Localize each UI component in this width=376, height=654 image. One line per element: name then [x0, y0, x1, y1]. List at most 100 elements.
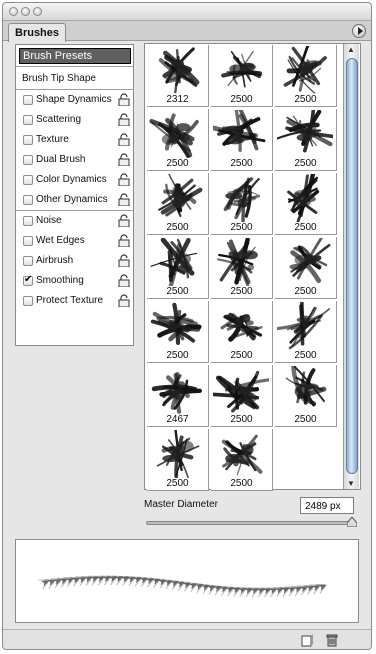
option-checkbox[interactable]: [23, 216, 33, 226]
lock-icon[interactable]: [118, 173, 130, 186]
brush-stroke-thumbnail: [223, 177, 261, 222]
brush-preset-cell[interactable]: 2500: [147, 429, 209, 491]
option-label: Texture: [36, 134, 69, 145]
scroll-up-icon[interactable]: ▲: [347, 45, 355, 54]
brush-preset-cell[interactable]: 2500: [211, 237, 273, 299]
lock-icon[interactable]: [118, 214, 130, 227]
option-label: Wet Edges: [36, 235, 85, 246]
option-checkbox[interactable]: [23, 236, 33, 246]
brush-size-label: 2500: [294, 222, 317, 233]
stroke-preview: [15, 539, 359, 623]
minimize-window-button[interactable]: [21, 7, 30, 16]
brush-preset-cell[interactable]: 2500: [211, 109, 273, 171]
brush-size-label: 2500: [294, 94, 317, 105]
lock-icon[interactable]: [118, 294, 130, 307]
option-row[interactable]: Dual Brush: [16, 150, 134, 170]
brush-preset-cell[interactable]: 2500: [211, 173, 273, 235]
trash-icon[interactable]: [325, 633, 339, 647]
brush-preset-cell[interactable]: 2500: [275, 173, 337, 235]
brush-preset-cell[interactable]: 2500: [211, 429, 273, 491]
brush-stroke-thumbnail: [277, 302, 331, 350]
option-checkbox[interactable]: [23, 256, 33, 266]
brush-size-label: 2500: [294, 414, 317, 425]
brush-presets-item[interactable]: Brush Presets: [19, 48, 131, 64]
close-window-button[interactable]: [9, 7, 18, 16]
option-checkbox[interactable]: [23, 274, 33, 286]
brush-size-label: 2500: [166, 350, 189, 361]
brush-preset-cell[interactable]: 2500: [211, 45, 273, 107]
stroke-preview-graphic: [38, 575, 327, 598]
tab-brushes[interactable]: Brushes: [8, 23, 66, 42]
scrollbar-thumb[interactable]: [346, 58, 358, 474]
option-row[interactable]: Protect Texture: [16, 291, 134, 311]
option-row[interactable]: Smoothing: [16, 271, 134, 291]
brush-size-label: 2500: [230, 350, 253, 361]
brushes-panel: Brushes Brush Presets Brush Tip Shape Sh…: [2, 2, 372, 650]
brush-stroke-thumbnail: [283, 46, 327, 94]
brush-preset-cell[interactable]: 2500: [147, 301, 209, 363]
brush-preset-cell[interactable]: 2500: [147, 237, 209, 299]
brush-size-label: 2500: [230, 222, 253, 233]
brush-options-list: Brush Presets Brush Tip Shape Shape Dyna…: [15, 44, 134, 346]
brush-size-label: 2500: [230, 478, 253, 489]
lock-icon[interactable]: [118, 234, 130, 247]
option-checkbox[interactable]: [23, 195, 33, 205]
option-row[interactable]: Noise: [16, 211, 134, 231]
brush-preset-cell[interactable]: 2500: [275, 109, 337, 171]
brush-size-label: 2500: [166, 478, 189, 489]
new-preset-icon[interactable]: [300, 633, 314, 647]
brush-preset-cell[interactable]: 2500: [275, 237, 337, 299]
option-row[interactable]: Airbrush: [16, 251, 134, 271]
lock-icon[interactable]: [118, 193, 130, 206]
zoom-window-button[interactable]: [33, 7, 42, 16]
option-label: Noise: [36, 215, 62, 226]
option-checkbox[interactable]: [23, 155, 33, 165]
option-row[interactable]: Other Dynamics: [16, 190, 134, 210]
brush-size-label: 2500: [230, 414, 253, 425]
option-checkbox[interactable]: [23, 296, 33, 306]
flyout-menu-button[interactable]: [352, 24, 366, 38]
brush-size-label: 2500: [230, 286, 253, 297]
brush-preset-cell[interactable]: 2500: [275, 301, 337, 363]
option-label: Airbrush: [36, 255, 74, 266]
option-row[interactable]: Shape Dynamics: [16, 90, 134, 110]
option-label: Color Dynamics: [36, 174, 107, 185]
option-checkbox[interactable]: [23, 115, 33, 125]
brush-preset-cell[interactable]: 2500: [211, 301, 273, 363]
brush-preset-cell[interactable]: 2467: [147, 365, 209, 427]
brush-preset-cell[interactable]: 2500: [147, 109, 209, 171]
option-row[interactable]: Texture: [16, 130, 134, 150]
option-row[interactable]: Color Dynamics: [16, 170, 134, 190]
brush-preset-cell[interactable]: 2312: [147, 45, 209, 107]
grid-scrollbar[interactable]: ▲ ▼: [343, 44, 359, 489]
option-checkbox[interactable]: [23, 175, 33, 185]
option-checkbox[interactable]: [23, 135, 33, 145]
lock-icon[interactable]: [118, 93, 130, 106]
brush-preset-cell[interactable]: 2500: [275, 365, 337, 427]
brush-size-label: 2500: [294, 350, 317, 361]
lock-icon[interactable]: [118, 133, 130, 146]
brush-preset-cell[interactable]: 2500: [211, 365, 273, 427]
scroll-down-icon[interactable]: ▼: [347, 479, 355, 488]
master-diameter-slider[interactable]: [146, 521, 354, 525]
option-row[interactable]: Wet Edges: [16, 231, 134, 251]
lock-icon[interactable]: [118, 153, 130, 166]
lock-icon[interactable]: [118, 113, 130, 126]
master-diameter-input[interactable]: [300, 497, 354, 514]
brush-preset-cell[interactable]: 2500: [275, 45, 337, 107]
brush-preset-grid: 2312 2500 2500 2500 2500 2500 2500 2500 2500 2500…: [144, 43, 361, 491]
lock-icon[interactable]: [118, 254, 130, 267]
brush-stroke-thumbnail: [150, 302, 202, 345]
slider-thumb[interactable]: [346, 517, 357, 527]
brush-size-label: 2500: [294, 158, 317, 169]
brush-tip-shape-item[interactable]: Brush Tip Shape: [22, 73, 96, 84]
bottom-bar: [3, 629, 371, 649]
flyout-menu-icon: [358, 27, 363, 35]
brush-preset-cell[interactable]: 2500: [147, 173, 209, 235]
brush-stroke-thumbnail: [213, 110, 266, 152]
brush-stroke-thumbnail: [158, 47, 200, 94]
lock-icon[interactable]: [118, 274, 130, 287]
brush-stroke-thumbnail: [151, 372, 202, 414]
option-row[interactable]: Scattering: [16, 110, 134, 130]
option-checkbox[interactable]: [23, 95, 33, 105]
